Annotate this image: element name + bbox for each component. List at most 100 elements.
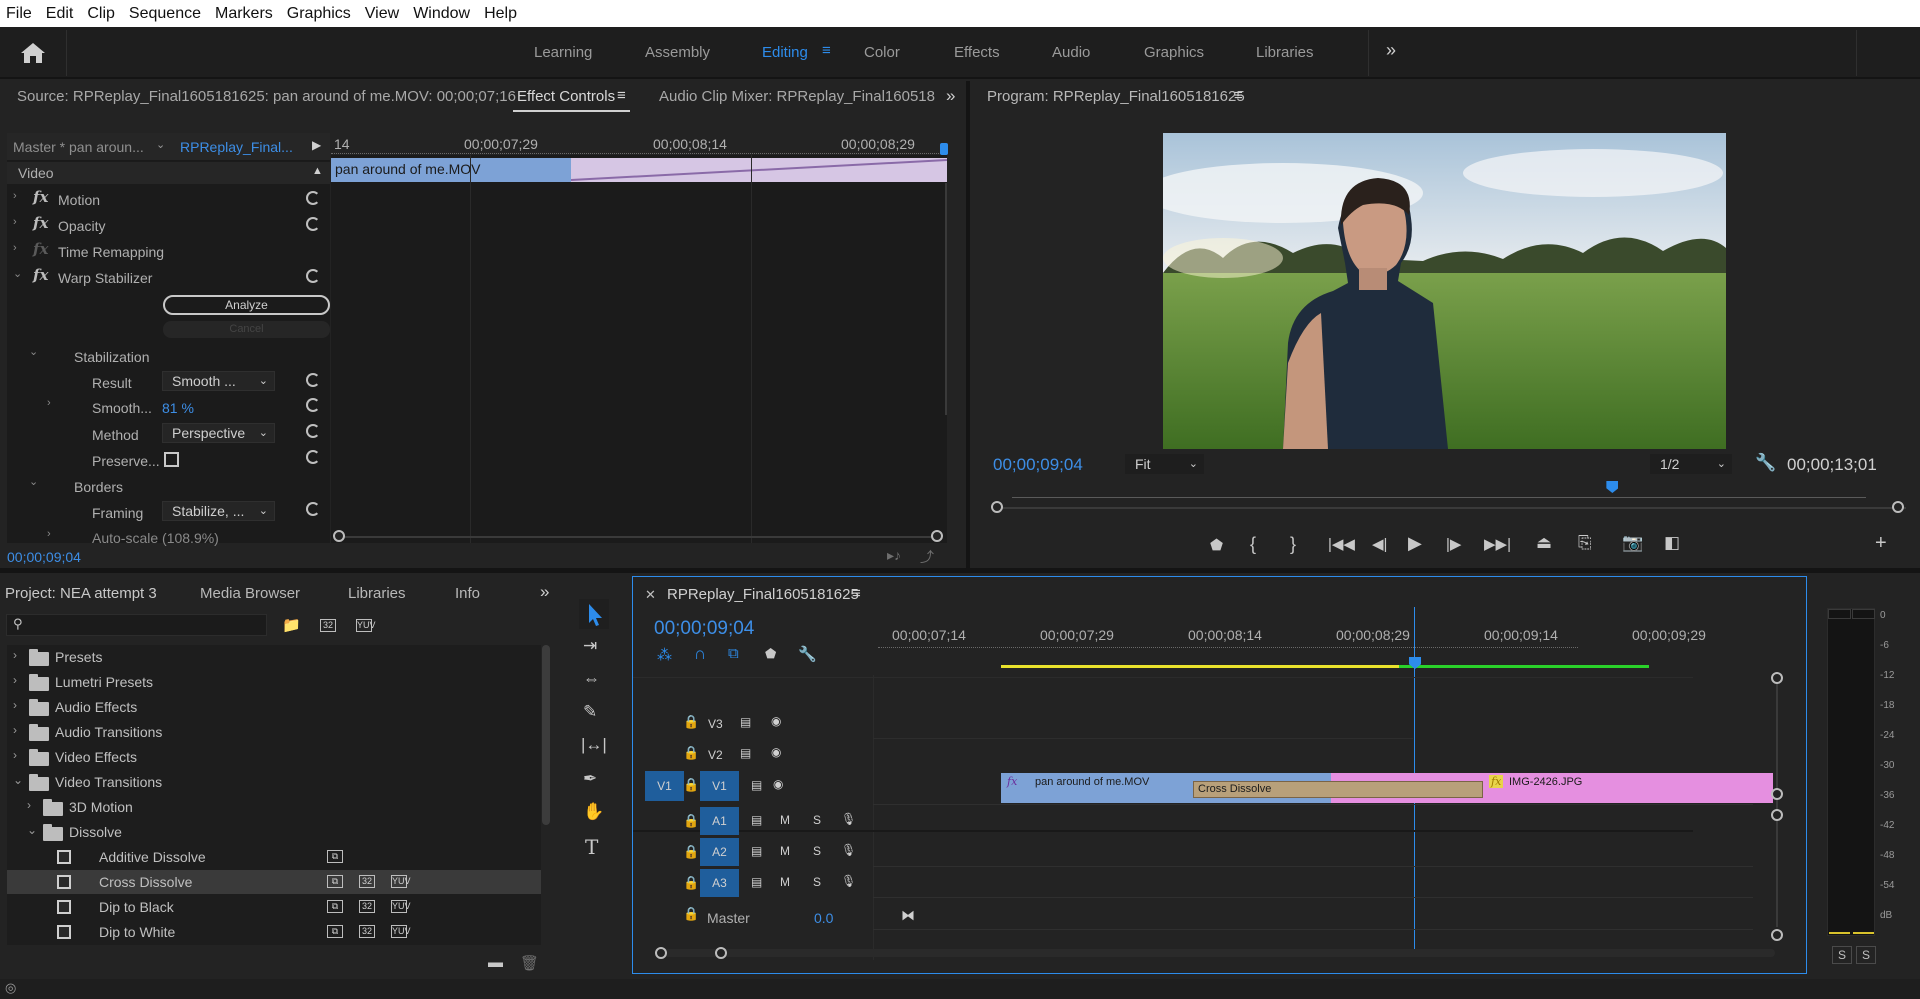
effect-warp-stabilizer[interactable]: Warp Stabilizer [58, 270, 152, 286]
program-scrub-bar[interactable] [1012, 481, 1866, 501]
zoom-scrollbar[interactable] [1000, 507, 1906, 509]
folder-item[interactable]: › Audio Effects [7, 695, 541, 719]
menu-edit[interactable]: Edit [39, 5, 81, 23]
eye-icon[interactable]: ◉ [771, 745, 781, 759]
menu-clip[interactable]: Clip [80, 5, 122, 23]
razor-icon[interactable]: ✎ [583, 702, 597, 722]
program-monitor-title[interactable]: Program: RPReplay_Final1605181625 [987, 88, 1245, 105]
transition-bar[interactable] [570, 158, 948, 182]
expand-chevron-icon[interactable]: › [13, 242, 17, 254]
add-button-icon[interactable]: + [1875, 532, 1887, 555]
folder-item[interactable]: ⌄ Dissolve [7, 820, 541, 844]
folder-item[interactable]: ⌄ Video Transitions [7, 770, 541, 794]
audio-clip-mixer-tab[interactable]: Audio Clip Mixer: RPReplay_Final160518 [659, 88, 935, 105]
media-browser-tab[interactable]: Media Browser [200, 585, 300, 602]
workspace-tab-audio[interactable]: Audio [1052, 44, 1090, 61]
effect-controls-tab[interactable]: Effect Controls [517, 88, 615, 105]
filter-icon[interactable]: ▸♪ [887, 547, 901, 564]
clip-img-2426[interactable]: fx IMG-2426.JPG [1483, 773, 1773, 803]
scroll-handle[interactable] [1771, 672, 1783, 684]
track-label-a2[interactable]: A2 [700, 838, 739, 866]
program-playhead[interactable] [1606, 481, 1619, 493]
reset-icon[interactable] [306, 191, 320, 205]
vertical-scrollbar[interactable] [1776, 677, 1778, 927]
wrench-icon[interactable]: 🔧 [798, 645, 817, 663]
nest-icon[interactable]: ⁂ [657, 646, 672, 664]
sync-lock-icon[interactable]: ▤ [751, 844, 762, 858]
workspace-tab-learning[interactable]: Learning [534, 44, 592, 61]
analyze-button[interactable]: Analyze [163, 295, 330, 315]
step-back-icon[interactable]: ◀| [1372, 535, 1387, 553]
reset-icon[interactable] [306, 373, 320, 387]
scroll-handle[interactable] [1771, 788, 1783, 800]
close-icon[interactable]: ✕ [645, 587, 656, 603]
scroll-handle[interactable] [1771, 809, 1783, 821]
yuv-effects-icon[interactable]: YUV [356, 619, 376, 632]
mark-out-icon[interactable]: } [1290, 534, 1296, 555]
export-icon[interactable]: ⤴ [920, 547, 934, 567]
zoom-handle-right[interactable] [931, 530, 943, 542]
folder-item[interactable]: › 3D Motion [7, 795, 541, 819]
workspace-overflow-button[interactable]: » [1386, 40, 1396, 61]
workspace-tab-color[interactable]: Color [864, 44, 900, 61]
panel-menu-icon[interactable]: ≡ [1234, 87, 1243, 104]
new-bin-icon[interactable]: ▬ [488, 954, 503, 971]
folder-item[interactable]: › Video Effects [7, 745, 541, 769]
track-label-a3[interactable]: A3 [700, 869, 739, 897]
microphone-icon[interactable]: 🎙 [841, 812, 856, 826]
collapse-icon[interactable]: ▲ [312, 165, 323, 177]
sequence-clip-label[interactable]: RPReplay_Final... [180, 139, 293, 155]
comparison-view-icon[interactable]: ◧ [1664, 533, 1680, 553]
lock-icon[interactable]: 🔒 [683, 906, 699, 922]
play-icon[interactable]: ▶ [1408, 533, 1422, 554]
master-clip-label[interactable]: Master * pan aroun... [13, 139, 144, 155]
expand-chevron-icon[interactable]: › [13, 190, 17, 202]
source-patch-v1[interactable]: V1 [645, 771, 684, 801]
lock-icon[interactable]: 🔒 [683, 745, 699, 761]
menu-sequence[interactable]: Sequence [122, 5, 208, 23]
expand-chevron-icon[interactable]: › [13, 648, 17, 662]
effect-time-remapping[interactable]: Time Remapping [58, 244, 164, 260]
microphone-icon[interactable]: 🎙 [841, 874, 856, 888]
lock-icon[interactable]: 🔒 [683, 714, 699, 730]
hand-icon[interactable]: ✋ [583, 802, 604, 822]
mark-in-icon[interactable]: { [1250, 534, 1256, 555]
wrench-icon[interactable]: 🔧 [1755, 453, 1776, 473]
project-tab[interactable]: Project: NEA attempt 3 [5, 585, 157, 602]
preserve-scale-checkbox[interactable] [164, 452, 179, 467]
selection-tool[interactable] [579, 599, 609, 629]
linked-selection-icon[interactable]: ⧉ [728, 645, 739, 662]
eye-icon[interactable]: ◉ [773, 777, 783, 791]
reset-icon[interactable] [306, 269, 320, 283]
sync-lock-icon[interactable]: ▤ [751, 813, 762, 827]
workspace-tab-assembly[interactable]: Assembly [645, 44, 710, 61]
menu-window[interactable]: Window [406, 5, 477, 23]
lock-icon[interactable]: 🔒 [683, 777, 699, 793]
expand-chevron-icon[interactable]: › [47, 528, 51, 540]
delete-icon[interactable]: 🗑 [520, 954, 539, 972]
add-marker-icon[interactable]: ⬟ [1210, 536, 1223, 554]
expand-chevron-icon[interactable]: › [13, 748, 17, 762]
lock-icon[interactable]: 🔒 [683, 875, 699, 891]
fx-icon[interactable]: fx [33, 266, 48, 284]
workspace-tab-effects[interactable]: Effects [954, 44, 1000, 61]
play-only-audio-icon[interactable]: ▶ [312, 138, 321, 152]
collapse-chevron-icon[interactable]: ⌄ [29, 475, 38, 488]
workspace-tab-editing[interactable]: Editing [762, 44, 808, 61]
solo-button[interactable]: S [813, 844, 821, 858]
folder-item[interactable]: › Audio Transitions [7, 720, 541, 744]
home-icon[interactable] [18, 40, 48, 66]
menu-help[interactable]: Help [477, 5, 524, 23]
expand-chevron-icon[interactable]: › [13, 698, 17, 712]
solo-right-button[interactable]: S [1856, 946, 1876, 964]
fx-icon[interactable]: fx [33, 214, 48, 232]
program-timecode[interactable]: 00;00;09;04 [993, 455, 1083, 475]
pen-icon[interactable]: ✒ [583, 769, 597, 789]
menu-view[interactable]: View [358, 5, 406, 23]
workspace-tab-graphics[interactable]: Graphics [1144, 44, 1204, 61]
mute-button[interactable]: M [780, 844, 790, 858]
track-label-a1[interactable]: A1 [700, 807, 739, 835]
add-marker-icon[interactable]: ⬟ [765, 646, 776, 662]
framing-dropdown[interactable]: Stabilize, ... ⌄ [162, 501, 275, 521]
panel-menu-icon[interactable]: ≡ [617, 87, 626, 104]
